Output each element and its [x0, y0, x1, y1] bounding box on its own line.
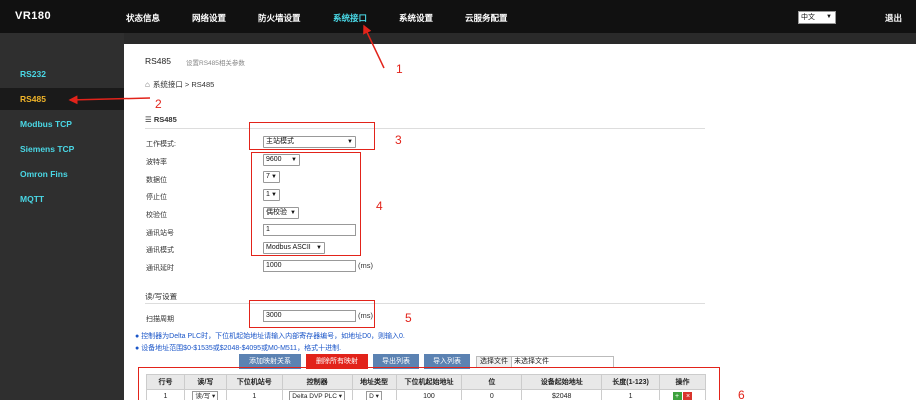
- cell-station[interactable]: 1: [225, 389, 283, 400]
- annotation-number-3: 3: [395, 133, 402, 147]
- annotation-number-5: 5: [405, 311, 412, 325]
- col-header: 设备起始地址: [521, 374, 603, 390]
- delay-unit: (ms): [358, 261, 373, 270]
- col-header: 位: [461, 374, 523, 390]
- col-header: 读/写: [183, 374, 227, 390]
- export-list-button[interactable]: 导出列表: [373, 354, 419, 369]
- station-input[interactable]: 1: [263, 224, 356, 236]
- add-row-icon[interactable]: +: [672, 392, 682, 400]
- breadcrumb: ⌂ 系统接口 > RS485: [145, 79, 214, 90]
- cell-bit[interactable]: 0: [461, 389, 523, 400]
- annotation-number-1: 1: [396, 62, 403, 76]
- nav-network[interactable]: 网络设置: [192, 12, 226, 24]
- brand-logo: VR180: [15, 10, 52, 22]
- cell-length[interactable]: 1: [601, 389, 661, 400]
- home-icon: ⌂: [145, 80, 150, 89]
- import-list-button[interactable]: 导入列表: [424, 354, 470, 369]
- chevron-down-icon: ▼: [316, 245, 322, 251]
- addr-type-select[interactable]: D ▾: [366, 391, 382, 400]
- col-header: 控制器: [281, 374, 353, 390]
- parity-select[interactable]: 偶校验 ▼: [263, 207, 299, 219]
- cell-row: 1: [146, 389, 185, 400]
- note-line: ● 控制器为Delta PLC时，下位机起始地址请输入内部寄存器编号，如地址D0…: [135, 333, 405, 340]
- chevron-down-icon: ▼: [826, 14, 832, 20]
- nav-firewall[interactable]: 防火墙设置: [258, 12, 301, 24]
- table-header-row: 行号 读/写 下位机站号 控制器 地址类型 下位机起始地址 位 设备起始地址 长…: [146, 374, 706, 390]
- file-picker[interactable]: 选择文件 未选择文件: [476, 356, 614, 368]
- sidebar: RS232 RS485 Modbus TCP Siemens TCP Omron…: [0, 33, 124, 400]
- station-label: 通讯站号: [146, 230, 174, 237]
- col-header: 长度(1-123): [601, 374, 661, 390]
- delete-all-mappings-button[interactable]: 删除所有映射: [306, 354, 368, 369]
- mapping-table: 行号 读/写 下位机站号 控制器 地址类型 下位机起始地址 位 设备起始地址 长…: [146, 374, 706, 400]
- chevron-down-icon: ▼: [291, 157, 297, 163]
- choose-file-button[interactable]: 选择文件: [477, 357, 512, 367]
- parity-label: 校验位: [146, 212, 167, 219]
- annotation-number-4: 4: [376, 199, 383, 213]
- col-header: 下位机起始地址: [395, 374, 463, 390]
- controller-select[interactable]: Delta DVP PLC ▾: [289, 391, 346, 400]
- table-row: 1 读/写 ▾ 1 Delta DVP PLC ▾ D ▾ 100 0 $204…: [146, 389, 706, 400]
- sidebar-item-rs232[interactable]: RS232: [0, 63, 124, 85]
- cell-dev-addr[interactable]: $2048: [521, 389, 603, 400]
- sidebar-item-rs485[interactable]: RS485: [0, 88, 124, 110]
- delay-label: 通讯延时: [146, 265, 174, 272]
- divider: [145, 128, 705, 129]
- baud-label: 波特率: [146, 159, 167, 166]
- divider: [145, 303, 705, 304]
- list-icon: ☰: [145, 115, 154, 124]
- delay-input[interactable]: 1000: [263, 260, 356, 272]
- nav-status[interactable]: 状态信息: [126, 12, 160, 24]
- sidebar-item-mqtt[interactable]: MQTT: [0, 188, 124, 210]
- chevron-down-icon: ▼: [290, 210, 296, 216]
- language-select[interactable]: 中文 ▼: [798, 11, 836, 24]
- sidebar-item-siemens-tcp[interactable]: Siemens TCP: [0, 138, 124, 160]
- col-header: 操作: [659, 374, 706, 390]
- scan-input[interactable]: 3000: [263, 310, 356, 322]
- col-header: 地址类型: [351, 374, 397, 390]
- sidebar-item-omron-fins[interactable]: Omron Fins: [0, 163, 124, 185]
- comm-mode-select[interactable]: Modbus ASCII ▼: [263, 242, 325, 254]
- cell-start-addr[interactable]: 100: [395, 389, 463, 400]
- breadcrumb-text: 系统接口 > RS485: [152, 80, 215, 89]
- top-nav-bar: VR180 状态信息 网络设置 防火墙设置 系统接口 系统设置 云服务配置 中文…: [0, 0, 916, 33]
- language-value: 中文: [801, 14, 815, 21]
- chevron-down-icon: ▼: [347, 139, 353, 145]
- note-line: ● 设备地址范围$0-$1535或$2048-$4095或M0-M511，格式十…: [135, 345, 342, 352]
- nav-cloud-config[interactable]: 云服务配置: [465, 12, 508, 24]
- rs485-section-title: ☰ RS485: [145, 115, 177, 124]
- logout-link[interactable]: 退出: [885, 12, 902, 24]
- main-panel: RS485 设置RS485相关参数 ⌂ 系统接口 > RS485 ☰ RS485 …: [124, 44, 916, 400]
- scan-label: 扫描周期: [146, 316, 174, 323]
- col-header: 行号: [146, 374, 185, 390]
- stopbits-label: 停止位: [146, 194, 167, 201]
- rw-select[interactable]: 读/写 ▾: [192, 391, 219, 400]
- add-mapping-button[interactable]: 添加映射关系: [239, 354, 301, 369]
- page-title: RS485: [145, 56, 171, 66]
- comm-mode-label: 通讯模式: [146, 247, 174, 254]
- rw-section-title: 读/写设置: [145, 292, 178, 301]
- sidebar-item-modbus-tcp[interactable]: Modbus TCP: [0, 113, 124, 135]
- file-status: 未选择文件: [514, 358, 549, 365]
- scan-unit: (ms): [358, 311, 373, 320]
- databits-label: 数据位: [146, 177, 167, 184]
- nav-system-interface[interactable]: 系统接口: [333, 12, 367, 24]
- baud-select[interactable]: 9600 ▼: [263, 154, 300, 166]
- work-mode-select[interactable]: 主站模式 ▼: [263, 136, 356, 148]
- col-header: 下位机站号: [225, 374, 283, 390]
- stopbits-select[interactable]: 1 ▼: [263, 189, 280, 201]
- nav-system-settings[interactable]: 系统设置: [399, 12, 433, 24]
- chevron-down-icon: ▼: [271, 174, 277, 180]
- annotation-number-2: 2: [155, 97, 162, 111]
- page-subtitle: 设置RS485相关参数: [186, 60, 245, 67]
- databits-select[interactable]: 7 ▼: [263, 171, 280, 183]
- delete-row-icon[interactable]: ×: [683, 392, 693, 400]
- annotation-number-6: 6: [738, 388, 745, 400]
- chevron-down-icon: ▼: [271, 192, 277, 198]
- work-mode-label: 工作模式:: [146, 141, 176, 148]
